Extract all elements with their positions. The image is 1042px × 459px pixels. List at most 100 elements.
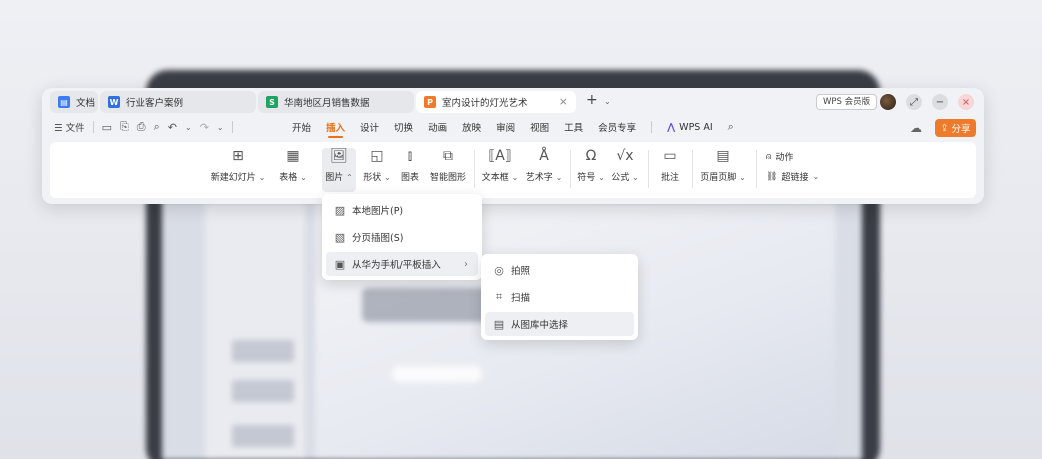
divider <box>756 150 757 188</box>
wps-ai-label: WPS AI <box>679 121 713 133</box>
smart-art-label: 智能图形 <box>429 173 466 183</box>
tab-tools[interactable]: 工具 <box>564 120 583 134</box>
tab-home[interactable]: 开始 <box>292 120 311 134</box>
header-footer-button[interactable]: ▤ 页眉页脚 ⌄ <box>698 148 748 192</box>
smart-art-button[interactable]: ⧉ 智能图形 <box>428 148 468 192</box>
table-button[interactable]: ▦ 表格 ⌄ <box>278 148 308 192</box>
tab-view[interactable]: 视图 <box>530 120 549 134</box>
picture-icon: 🖼 <box>330 148 348 164</box>
textbox-button[interactable]: ⟦A⟧ 文本框 ⌄ <box>480 148 520 192</box>
divider <box>231 121 233 133</box>
wordart-label: 艺术字 <box>525 173 553 183</box>
menu-item-scan[interactable]: ⌗ 扫描 <box>485 285 634 309</box>
shape-button[interactable]: ◱ 形状 ⌄ <box>360 148 394 192</box>
tab-animation[interactable]: 动画 <box>428 120 447 134</box>
member-badge[interactable]: WPS 会员版 <box>816 94 878 110</box>
tab-member[interactable]: 会员专享 <box>598 120 636 134</box>
tab-sales-data[interactable]: S 华南地区月销售数据 <box>258 91 414 113</box>
formula-button[interactable]: √x 公式 ⌄ <box>610 148 640 192</box>
menu-bar: ☰ 文件 ▭ ⎘ ⎙ ⌕ ↶ ⌄ ↷ ⌄ 开始 插入 设计 切换 动画 放映 审… <box>42 116 984 140</box>
divider <box>474 150 475 188</box>
chevron-right-icon: › <box>464 258 468 270</box>
divider <box>648 150 649 188</box>
menu-item-gallery[interactable]: ▤ 从图库中选择 <box>485 312 634 336</box>
chevron-down-icon[interactable]: ⌄ <box>604 97 611 106</box>
symbol-label: 符号 <box>577 173 596 183</box>
ribbon-tabs: 开始 插入 设计 切换 动画 放映 审阅 视图 工具 会员专享 ⋀ WPS AI… <box>292 120 734 138</box>
tab-customer-cases[interactable]: W 行业客户案例 <box>100 91 256 113</box>
tab-slideshow[interactable]: 放映 <box>462 120 481 134</box>
chart-button[interactable]: ⫾ 图表 <box>398 148 422 192</box>
action-button[interactable]: ⍝ 动作 <box>766 150 794 164</box>
menu-item-label: 本地图片(P) <box>352 206 404 217</box>
tab-insert[interactable]: 插入 <box>326 120 345 138</box>
picture-label: 图片 <box>325 173 344 183</box>
chevron-up-icon: ⌃ <box>346 173 353 182</box>
menu-item-label: 拍照 <box>511 266 531 277</box>
print-icon[interactable]: ⎙ <box>137 120 146 134</box>
fullscreen-button[interactable]: ⤢ <box>906 94 922 110</box>
wordart-button[interactable]: Å 艺术字 ⌄ <box>524 148 564 192</box>
share-icon: ⇪ <box>940 122 949 134</box>
tab-label: 室内设计的灯光艺术 <box>442 98 528 109</box>
chart-icon: ⫾ <box>407 148 413 164</box>
table-icon: ▦ <box>286 148 300 164</box>
tab-design[interactable]: 设计 <box>360 120 379 134</box>
divider <box>570 150 571 188</box>
print-preview-icon[interactable]: ⌕ <box>154 120 160 134</box>
share-button[interactable]: ⇪ 分享 <box>935 119 976 137</box>
wps-ai-button[interactable]: ⋀ WPS AI <box>667 122 713 133</box>
close-icon[interactable]: × <box>559 95 568 108</box>
menu-item-label: 从图库中选择 <box>511 320 569 331</box>
chevron-down-icon: ⌄ <box>555 173 563 182</box>
menu-item-paged-image[interactable]: ▧ 分页插图(S) <box>326 225 478 249</box>
cloud-sync-icon[interactable]: ☁ <box>910 121 922 135</box>
tab-label: 行业客户案例 <box>126 98 184 109</box>
table-label: 表格 <box>279 173 298 183</box>
chevron-down-icon: ⌄ <box>511 173 519 182</box>
divider <box>692 150 693 188</box>
new-slide-button[interactable]: ⊞ 新建幻灯片 ⌄ <box>210 148 266 192</box>
avatar[interactable] <box>880 94 896 110</box>
menu-item-label: 分页插图(S) <box>352 233 404 244</box>
tab-lighting-art[interactable]: P 室内设计的灯光艺术 × <box>416 91 576 113</box>
menu-item-local-image[interactable]: ▨ 本地图片(P) <box>326 198 478 222</box>
new-slide-label: 新建幻灯片 <box>210 173 256 183</box>
menu-item-camera[interactable]: ◎ 拍照 <box>485 258 634 282</box>
chevron-down-icon[interactable]: ⌄ <box>217 123 224 132</box>
file-menu-label: 文件 <box>65 123 85 134</box>
chevron-down-icon: ⌄ <box>258 173 266 182</box>
comment-button[interactable]: ▭ 批注 <box>656 148 684 192</box>
menu-item-huawei-device[interactable]: ▣ 从华为手机/平板插入 › <box>326 252 478 276</box>
shape-icon: ◱ <box>370 148 384 164</box>
quick-access-toolbar: ☰ 文件 ▭ ⎘ ⎙ ⌕ ↶ ⌄ ↷ ⌄ <box>54 120 233 134</box>
chevron-down-icon[interactable]: ⌄ <box>185 123 192 132</box>
shape-label: 形状 <box>363 173 382 183</box>
slide-subtitle-blurred <box>392 366 482 382</box>
tab-label: 文档 <box>76 98 96 109</box>
slide-thumbnail-panel <box>205 200 305 459</box>
tab-docs[interactable]: ▤ 文档 <box>50 91 98 113</box>
symbol-button[interactable]: Ω 符号 ⌄ <box>576 148 606 192</box>
tab-review[interactable]: 审阅 <box>496 120 515 134</box>
share-label: 分享 <box>951 124 971 135</box>
menu-item-label: 从华为手机/平板插入 <box>352 260 441 271</box>
minimize-button[interactable]: − <box>932 94 948 110</box>
search-icon[interactable]: ⌕ <box>728 120 734 134</box>
new-slide-icon: ⊞ <box>232 148 244 164</box>
redo-icon[interactable]: ↷ <box>200 121 209 134</box>
undo-icon[interactable]: ↶ <box>168 121 177 134</box>
chevron-down-icon: ⌄ <box>300 173 307 182</box>
header-footer-icon: ▤ <box>716 148 730 164</box>
tab-transition[interactable]: 切换 <box>394 120 413 134</box>
action-label: 动作 <box>775 153 794 163</box>
picture-button[interactable]: 🖼 图片 ⌃ <box>322 148 356 192</box>
fullscreen-icon: ⤢ <box>910 96 918 108</box>
hyperlink-button[interactable]: ⛓ 超链接 ⌄ <box>766 170 819 184</box>
export-pdf-icon[interactable]: ⎘ <box>120 120 129 134</box>
new-tab-button[interactable]: + <box>586 92 598 108</box>
close-window-button[interactable]: × <box>958 94 974 110</box>
save-icon[interactable]: ▭ <box>102 121 112 134</box>
file-menu[interactable]: ☰ 文件 <box>54 120 85 134</box>
menu-item-label: 扫描 <box>511 293 531 304</box>
